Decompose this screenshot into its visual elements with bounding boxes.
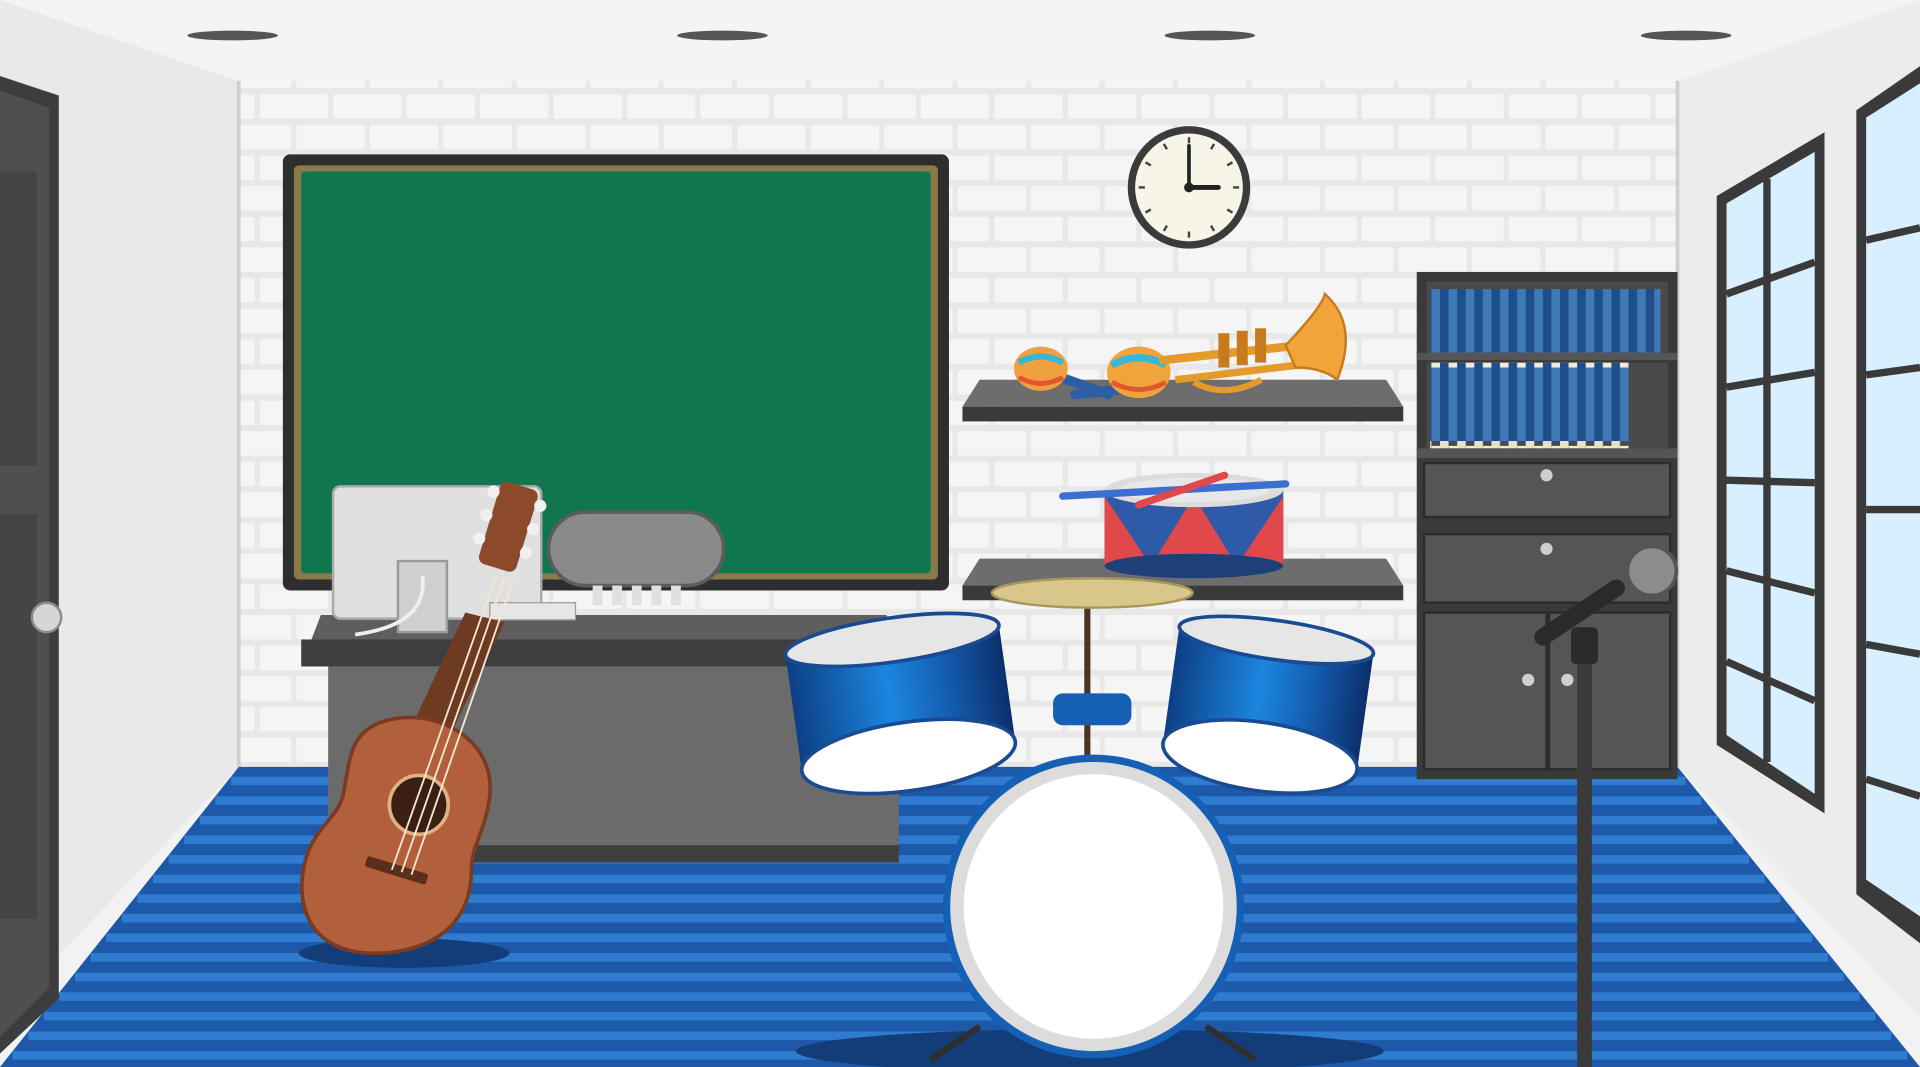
door[interactable] [0,75,63,1054]
ceiling [0,0,1920,81]
window [1856,66,1920,944]
books-row [1430,362,1629,449]
books-row [1430,289,1661,353]
wall-clock [1127,126,1251,249]
microphone-head[interactable] [1625,544,1679,598]
bookshelf-cabinet-door[interactable] [1422,611,1548,771]
window [1716,132,1825,814]
bookshelf-cabinet-door[interactable] [1547,611,1672,771]
music-classroom-scene [0,0,1920,1067]
door-knob[interactable] [30,601,63,634]
floor-stripe [43,1011,1876,1021]
bookshelf [1416,271,1678,780]
cymbal[interactable] [990,576,1194,609]
